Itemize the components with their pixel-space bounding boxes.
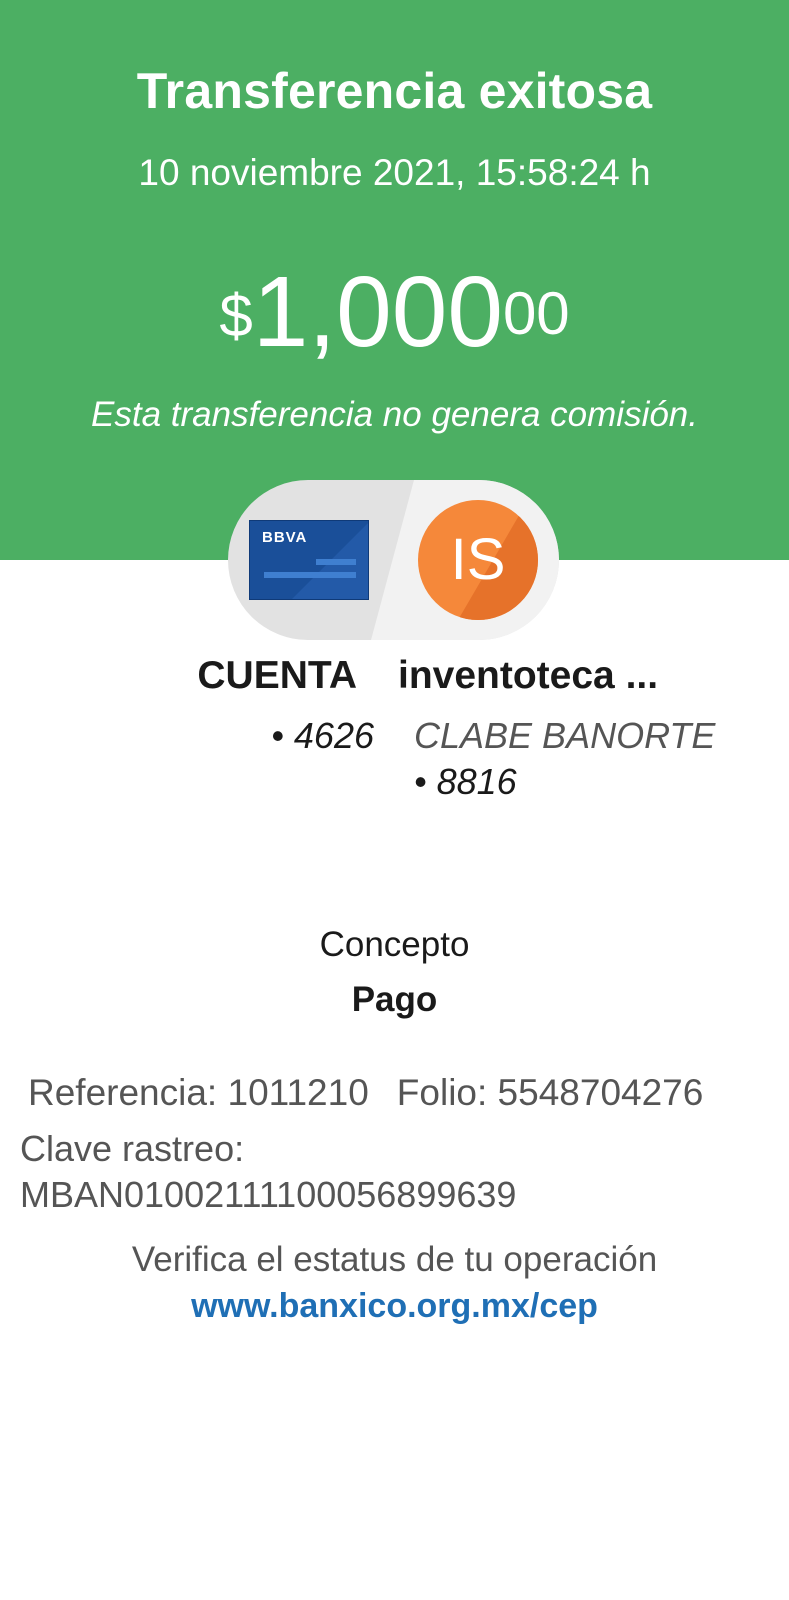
amount-cents: 00 bbox=[502, 280, 570, 347]
tracking-key-value: MBAN01002111100056899639 bbox=[20, 1174, 517, 1215]
card-stripe bbox=[264, 572, 356, 578]
folio-text: Folio: 5548704276 bbox=[396, 1072, 704, 1113]
recipient-bank: CLABE BANORTE bbox=[414, 715, 716, 756]
amount-currency: $ bbox=[219, 282, 253, 349]
recipient-avatar: IS bbox=[418, 500, 538, 620]
transfer-receipt-screen: Transferencia exitosa 10 noviembre 2021,… bbox=[0, 0, 789, 1600]
tracking-key-label: Clave rastreo: bbox=[20, 1128, 245, 1169]
banxico-cep-link[interactable]: www.banxico.org.mx/cep bbox=[0, 1287, 789, 1326]
concept-value: Pago bbox=[351, 980, 438, 1019]
amount-whole: 1,000 bbox=[252, 256, 503, 368]
reference-text: Referencia: 1011210 bbox=[28, 1072, 369, 1113]
source-account-number: • 4626 bbox=[271, 715, 374, 756]
commission-note: Esta transferencia no genera comisión. bbox=[91, 395, 698, 434]
recipient-account-number: • 8816 bbox=[414, 761, 517, 802]
transfer-datetime: 10 noviembre 2021, 15:58:24 h bbox=[138, 152, 651, 193]
page-title: Transferencia exitosa bbox=[136, 63, 653, 119]
success-header: Transferencia exitosa 10 noviembre 2021,… bbox=[0, 0, 789, 560]
concept-label: Concepto bbox=[319, 925, 470, 964]
transfer-amount: $1,00000 bbox=[0, 262, 789, 362]
recipient-name: inventoteca ... bbox=[398, 654, 659, 697]
card-brand-label: BBVA bbox=[262, 529, 308, 546]
source-account-name: CUENTA bbox=[197, 654, 357, 697]
card-stripe bbox=[316, 559, 356, 565]
bbva-card-icon: BBVA bbox=[249, 520, 369, 600]
reference-folio-row: Referencia: 1011210 Folio: 5548704276 bbox=[28, 1072, 703, 1114]
avatar-initials: IS bbox=[450, 527, 506, 592]
transfer-parties-pill: BBVA IS bbox=[228, 480, 559, 640]
verify-status-text: Verifica el estatus de tu operación bbox=[131, 1240, 658, 1279]
